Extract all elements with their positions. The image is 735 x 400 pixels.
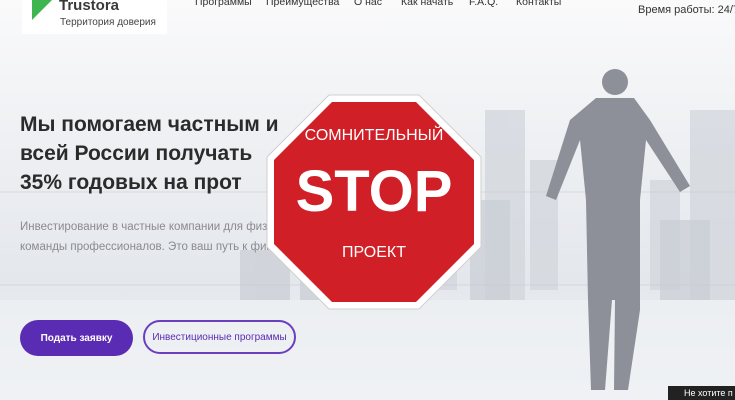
stop-bottom-text: ПРОЕКТ xyxy=(342,244,406,261)
headline-line-2: всей России получать xyxy=(20,142,253,165)
nav-about[interactable]: О нас xyxy=(354,0,382,8)
logo-name: Trustora xyxy=(59,0,120,14)
stop-main-text: STOP xyxy=(296,159,453,224)
headline-line-1: Мы помогаем частным и xyxy=(20,113,279,136)
stop-top-text: СОМНИТЕЛЬНЫЙ xyxy=(305,125,444,144)
site-header: Trustora Территория доверия Программы Пр… xyxy=(0,0,735,34)
submit-application-button[interactable]: Подать заявку xyxy=(20,320,133,356)
logo[interactable]: Trustora Территория доверия xyxy=(22,0,167,34)
headline-line-3: 35% годовых на прот xyxy=(20,171,242,194)
nav-programs[interactable]: Программы xyxy=(195,0,252,8)
investment-programs-button[interactable]: Инвестиционные программы xyxy=(143,320,296,354)
stop-sign-overlay: СОМНИТЕЛЬНЫЙ STOP ПРОЕКТ xyxy=(266,94,482,310)
logo-tagline: Территория доверия xyxy=(60,17,156,28)
work-hours: Время работы: 24/7 xyxy=(638,4,735,16)
cookie-bar[interactable]: Не хотите п xyxy=(668,386,735,400)
cookie-bar-text: Не хотите п xyxy=(684,388,733,398)
green-triangle-logo-icon xyxy=(32,0,52,20)
subtext-line-1: Инвестирование в частные компании для фи… xyxy=(20,221,268,233)
nav-advantages[interactable]: Преимущества xyxy=(266,0,339,8)
subtext-line-2: команды профессионалов. Это ваш путь к ф… xyxy=(20,241,280,253)
nav-contacts[interactable]: Контакты xyxy=(516,0,561,8)
nav-how-to-start[interactable]: Как начать xyxy=(401,0,453,8)
nav-faq[interactable]: F.A.Q. xyxy=(469,0,498,8)
